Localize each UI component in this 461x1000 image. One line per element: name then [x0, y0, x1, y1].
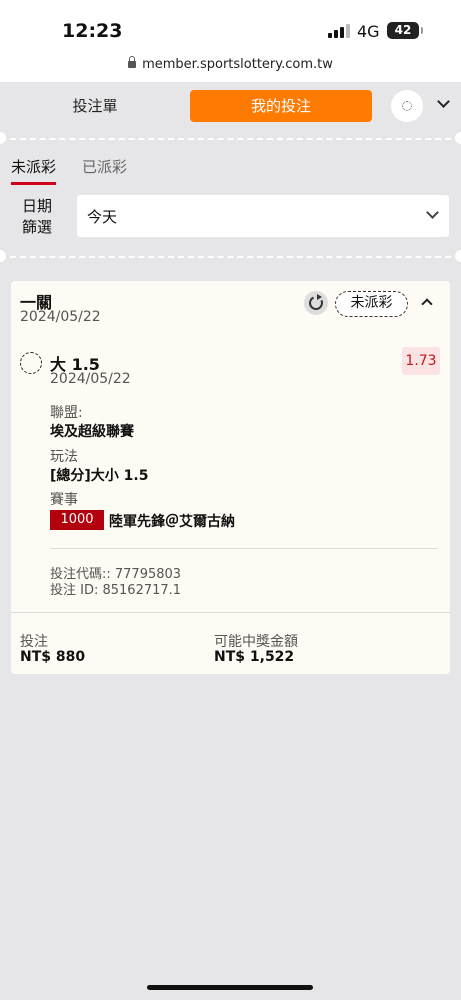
selection-status-icon [20, 352, 42, 374]
refresh-button[interactable] [304, 291, 328, 315]
top-tabs: 投注單 我的投注 [0, 82, 461, 130]
chevron-up-icon[interactable] [421, 298, 433, 310]
refresh-icon [307, 294, 325, 312]
payout-label: 可能中獎金額 [214, 634, 298, 650]
battery-icon: 42 [387, 22, 423, 39]
event-label: 賽事 [50, 492, 78, 508]
settings-button[interactable] [391, 90, 423, 122]
divider [0, 256, 461, 258]
stake-label: 投注 [20, 634, 48, 650]
divider-notch [0, 132, 6, 144]
market-value: [總分]大小 1.5 [50, 468, 149, 484]
address-bar[interactable]: member.sportslottery.com.tw [0, 52, 461, 82]
gear-icon [402, 101, 412, 111]
tab-settled[interactable]: 已派彩 [82, 156, 127, 177]
clock: 12:23 [62, 20, 123, 42]
lock-icon [128, 56, 137, 68]
selection-date: 2024/05/22 [50, 371, 131, 387]
payout-value: NT$ 1,522 [214, 649, 295, 665]
stake-value: NT$ 880 [20, 649, 86, 665]
bet-date: 2024/05/22 [20, 309, 101, 325]
refresh-arrowhead [317, 294, 322, 300]
divider [50, 548, 438, 549]
network-type: 4G [357, 22, 380, 41]
status-bar: 12:23 4G 42 [0, 0, 461, 52]
status-badge: 未派彩 [335, 291, 408, 317]
league-value: 埃及超級聯賽 [50, 424, 134, 440]
home-indicator[interactable] [147, 985, 313, 990]
market-label: 玩法 [50, 449, 78, 465]
date-filter-select[interactable]: 今天 [77, 195, 449, 237]
odds-badge: 1.73 [402, 347, 440, 375]
divider-notch [455, 250, 461, 262]
bet-card: 一關 2024/05/22 未派彩 大 1.5 2024/05/22 1.73 … [11, 281, 450, 674]
tab-my-bets[interactable]: 我的投注 [190, 90, 372, 122]
tab-unsettled[interactable]: 未派彩 [11, 156, 56, 177]
divider-notch [455, 132, 461, 144]
event-code-badge: 1000 [50, 510, 104, 530]
event-name: 陸軍先鋒＠艾爾古納 [109, 514, 235, 530]
tab-bet-slip[interactable]: 投注單 [40, 92, 150, 120]
chevron-down-icon [426, 206, 439, 219]
bet-id: 投注 ID: 85162717.1 [50, 583, 182, 598]
active-tab-indicator [11, 182, 56, 185]
divider [0, 138, 461, 140]
date-filter-label: 日期篩選 [22, 197, 53, 236]
date-filter-value: 今天 [87, 208, 118, 226]
url-text: member.sportslottery.com.tw [142, 57, 333, 72]
divider-notch [0, 250, 6, 262]
signal-icon [328, 24, 350, 38]
league-label: 聯盟: [50, 405, 83, 421]
divider [11, 612, 450, 613]
